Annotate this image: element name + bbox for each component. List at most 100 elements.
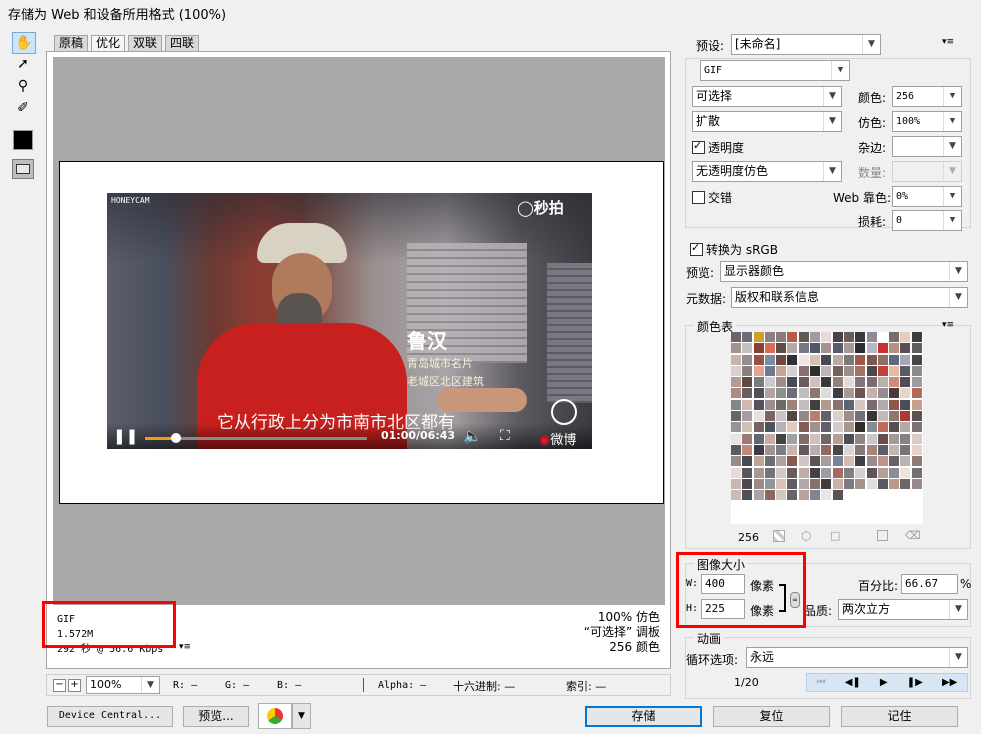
checkbox-box[interactable] [692, 191, 705, 204]
color-swatch[interactable] [753, 422, 765, 434]
color-swatch[interactable] [787, 456, 799, 468]
color-swatch[interactable] [889, 343, 901, 355]
color-swatch[interactable] [742, 365, 754, 377]
color-swatch[interactable] [911, 399, 923, 411]
color-swatch[interactable] [900, 332, 912, 343]
color-swatch[interactable] [764, 388, 776, 400]
color-swatch[interactable] [776, 332, 788, 343]
height-input[interactable]: 225 [701, 599, 745, 619]
preset-select[interactable]: [未命名] ▼ [731, 34, 881, 55]
color-swatch[interactable] [821, 377, 833, 389]
color-swatch[interactable] [764, 467, 776, 479]
color-swatch[interactable] [855, 467, 867, 479]
color-swatch[interactable] [855, 377, 867, 389]
color-swatch[interactable] [889, 422, 901, 434]
color-swatch[interactable] [843, 343, 855, 355]
color-swatch[interactable] [889, 456, 901, 468]
play-icon[interactable]: ▶ [880, 677, 888, 688]
color-swatch[interactable] [866, 377, 878, 389]
color-swatch[interactable] [731, 399, 742, 411]
color-swatch[interactable] [889, 467, 901, 479]
volume-icon[interactable]: 🔈 [463, 427, 482, 445]
color-swatch[interactable] [742, 490, 754, 502]
color-swatch[interactable] [821, 354, 833, 366]
colors-combo[interactable]: 256 ▼ [892, 86, 962, 107]
color-swatch[interactable] [753, 411, 765, 423]
color-swatch[interactable] [787, 433, 799, 445]
color-swatch[interactable] [821, 422, 833, 434]
color-swatch[interactable] [731, 411, 742, 423]
color-swatch[interactable] [798, 444, 810, 456]
color-swatch[interactable] [911, 354, 923, 366]
color-swatch[interactable] [855, 332, 867, 343]
device-central-button[interactable]: Device Central... [47, 706, 173, 727]
color-swatch[interactable] [855, 365, 867, 377]
color-swatch[interactable] [900, 411, 912, 423]
eyedropper-icon[interactable]: ✐ [12, 98, 34, 118]
color-swatch[interactable] [742, 444, 754, 456]
color-swatch[interactable] [753, 377, 765, 389]
tab-optimized[interactable]: 优化 [91, 35, 126, 52]
color-swatch[interactable] [764, 478, 776, 490]
color-swatch[interactable] [855, 422, 867, 434]
color-swatch[interactable] [731, 422, 742, 434]
color-swatch[interactable] [776, 422, 788, 434]
color-swatch[interactable] [889, 478, 901, 490]
color-swatch[interactable] [731, 354, 742, 366]
pause-icon[interactable]: ❚❚ [113, 427, 138, 445]
color-swatch[interactable] [798, 377, 810, 389]
color-swatch[interactable] [810, 365, 822, 377]
color-swatch[interactable] [810, 490, 822, 502]
color-swatch[interactable] [798, 433, 810, 445]
browser-menu-button[interactable]: ▼ [292, 703, 311, 729]
color-swatch[interactable] [798, 343, 810, 355]
zoom-icon[interactable]: ⚲ [12, 76, 34, 96]
slice-select-icon[interactable]: ➚ [12, 54, 34, 74]
color-swatch[interactable] [810, 332, 822, 343]
info-menu-icon[interactable]: ▾≡ [179, 642, 191, 652]
color-swatch[interactable] [798, 422, 810, 434]
color-swatch[interactable] [843, 467, 855, 479]
color-swatch[interactable] [810, 388, 822, 400]
color-swatch[interactable] [731, 478, 742, 490]
color-swatch[interactable] [855, 343, 867, 355]
color-swatch[interactable] [843, 456, 855, 468]
color-swatch[interactable] [753, 365, 765, 377]
color-swatch[interactable] [832, 411, 844, 423]
color-swatch[interactable] [810, 456, 822, 468]
transparency-dither-select[interactable]: 无透明度仿色 ▼ [692, 161, 842, 182]
color-swatch[interactable] [753, 444, 765, 456]
color-swatch[interactable] [866, 399, 878, 411]
color-swatch[interactable] [821, 332, 833, 343]
remember-button[interactable]: 记住 [841, 706, 958, 727]
color-table-grid[interactable] [731, 332, 923, 524]
color-swatch[interactable] [877, 467, 889, 479]
color-swatch[interactable] [764, 365, 776, 377]
color-swatch[interactable] [764, 422, 776, 434]
color-swatch[interactable] [843, 399, 855, 411]
color-swatch[interactable] [855, 411, 867, 423]
color-swatch[interactable] [810, 467, 822, 479]
color-swatch[interactable] [832, 444, 844, 456]
color-swatch[interactable] [731, 343, 742, 355]
color-swatch[interactable] [832, 365, 844, 377]
color-swatch[interactable] [753, 478, 765, 490]
color-swatch[interactable] [731, 444, 742, 456]
loop-select[interactable]: 永远 ▼ [746, 647, 968, 668]
color-swatch[interactable] [843, 354, 855, 366]
zoom-out-button[interactable]: − [53, 679, 66, 692]
color-swatch[interactable] [821, 399, 833, 411]
color-swatch[interactable] [810, 399, 822, 411]
color-swatch[interactable] [821, 365, 833, 377]
color-swatch[interactable] [810, 478, 822, 490]
metadata-select[interactable]: 版权和联系信息 ▼ [731, 287, 968, 308]
color-swatch[interactable] [776, 365, 788, 377]
color-swatch[interactable] [866, 433, 878, 445]
color-swatch[interactable] [821, 433, 833, 445]
color-swatch[interactable] [911, 411, 923, 423]
color-swatch[interactable] [877, 399, 889, 411]
color-swatch[interactable] [877, 478, 889, 490]
web-shift-icon[interactable]: ⬡ [801, 529, 811, 543]
eyedropper-color-swatch[interactable] [13, 130, 33, 150]
color-swatch[interactable] [798, 490, 810, 502]
